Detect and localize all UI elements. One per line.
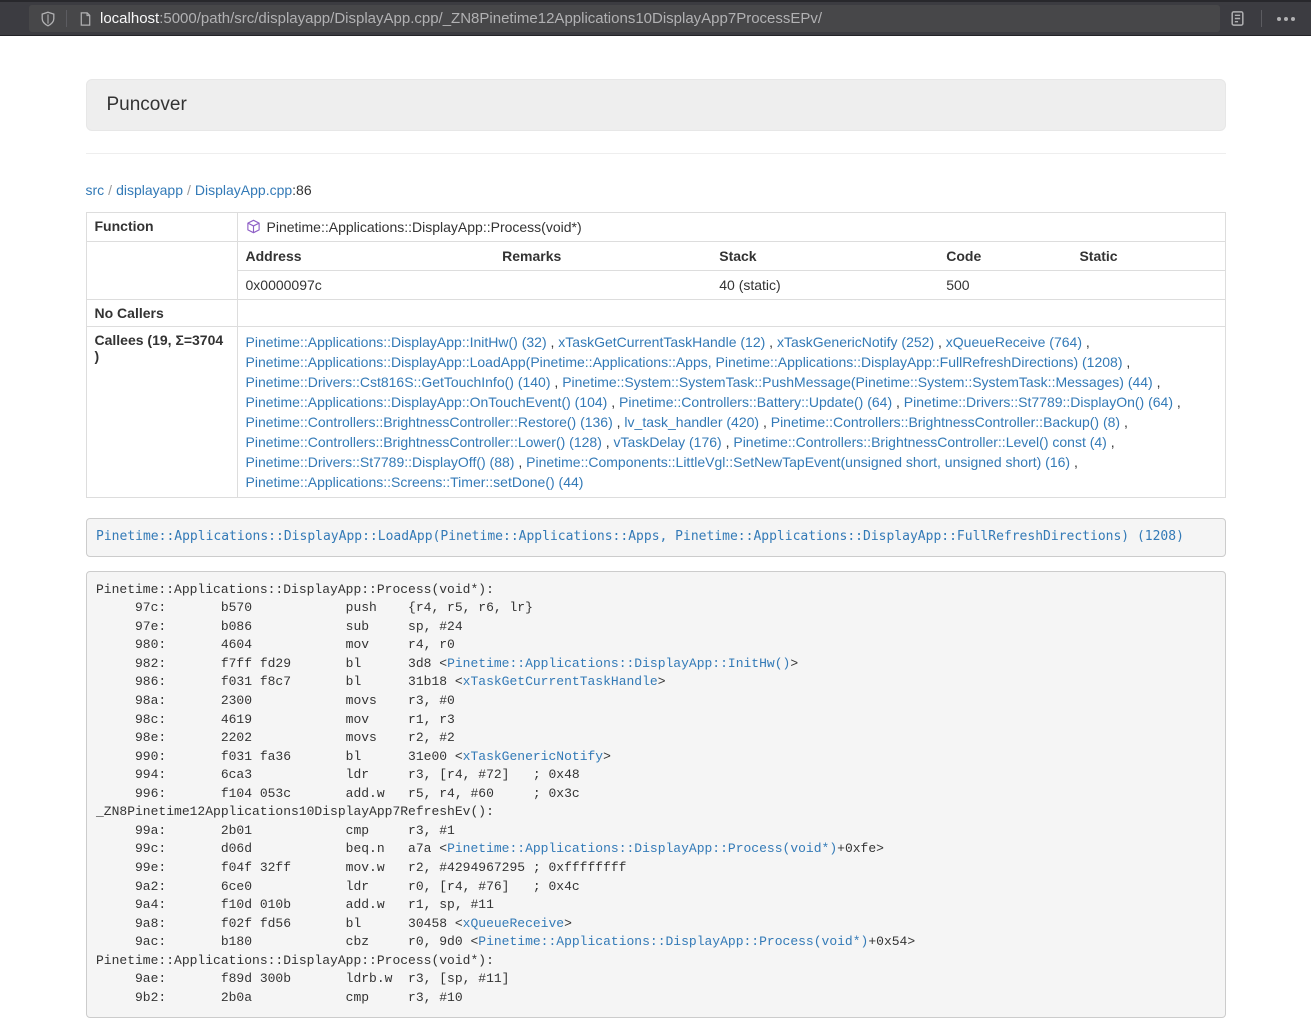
callee-link[interactable]: Pinetime::Components::LittleVgl::SetNewT…: [526, 454, 1070, 470]
col-code: Code: [938, 242, 1071, 271]
callee-link[interactable]: Pinetime::Controllers::Battery::Update()…: [619, 394, 892, 410]
breadcrumb-line-number: :86: [292, 182, 311, 198]
asm-symbol-link[interactable]: Pinetime::Applications::DisplayApp::Proc…: [447, 841, 837, 856]
callee-link[interactable]: Pinetime::Drivers::St7789::DisplayOn() (…: [904, 394, 1173, 410]
function-info-table: Function Pinetime::Applications::Display…: [86, 212, 1226, 498]
metrics-row: 0x0000097c 40 (static) 500: [238, 271, 1225, 300]
breadcrumb-separator: /: [104, 182, 116, 198]
callee-separator: ,: [759, 414, 771, 430]
callees-list: Pinetime::Applications::DisplayApp::Init…: [237, 327, 1225, 498]
callee-link[interactable]: Pinetime::Controllers::BrightnessControl…: [733, 434, 1106, 450]
shield-icon[interactable]: [37, 5, 59, 32]
symbol-cube-icon: [246, 219, 261, 237]
callee-separator: ,: [934, 334, 946, 350]
callees-label: Callees (19, Σ=3704 ): [86, 327, 237, 498]
col-stack: Stack: [711, 242, 938, 271]
callee-link[interactable]: Pinetime::Drivers::St7789::DisplayOff() …: [246, 454, 515, 470]
table-row-metrics: Address Remarks Stack Code Static 0x0000…: [86, 242, 1225, 300]
stack-value: 40 (static): [711, 271, 938, 300]
function-name: Pinetime::Applications::DisplayApp::Proc…: [267, 219, 582, 235]
callee-separator: ,: [722, 434, 734, 450]
divider: [86, 153, 1226, 154]
callee-link[interactable]: Pinetime::Controllers::BrightnessControl…: [246, 434, 602, 450]
callee-separator: ,: [607, 394, 619, 410]
browser-toolbar: localhost:5000/path/src/displayapp/Displ…: [0, 0, 1311, 36]
breadcrumb-link[interactable]: DisplayApp.cpp: [195, 182, 292, 198]
url-host: localhost: [100, 10, 159, 27]
page-actions-menu-icon[interactable]: [1269, 5, 1303, 33]
callee-link[interactable]: Pinetime::Controllers::BrightnessControl…: [246, 414, 613, 430]
col-remarks: Remarks: [494, 242, 711, 271]
asm-symbol-link[interactable]: Pinetime::Applications::DisplayApp::Proc…: [478, 934, 868, 949]
asm-symbol-link[interactable]: xTaskGetCurrentTaskHandle: [463, 674, 658, 689]
callee-link[interactable]: Pinetime::Applications::Screens::Timer::…: [246, 474, 584, 490]
callee-link[interactable]: Pinetime::Applications::DisplayApp::OnTo…: [246, 394, 608, 410]
url-text[interactable]: localhost:5000/path/src/displayapp/Displ…: [100, 10, 822, 27]
callee-separator: ,: [1122, 354, 1130, 370]
function-label: Function: [86, 213, 237, 242]
callee-separator: ,: [1082, 334, 1090, 350]
callee-separator: ,: [892, 394, 904, 410]
callee-separator: ,: [551, 374, 563, 390]
metrics-table: Address Remarks Stack Code Static 0x0000…: [238, 242, 1225, 299]
disassembly-code: Pinetime::Applications::DisplayApp::Proc…: [96, 582, 915, 1005]
page-content: Puncover src/displayapp/DisplayApp.cpp:8…: [86, 36, 1226, 1018]
callee-separator: ,: [613, 414, 625, 430]
callee-separator: ,: [765, 334, 777, 350]
page-info-icon[interactable]: [74, 5, 96, 32]
asm-symbol-link[interactable]: xQueueReceive: [463, 916, 564, 931]
callee-link[interactable]: lv_task_handler (420): [624, 414, 759, 430]
callee-link[interactable]: Pinetime::Applications::DisplayApp::Init…: [246, 334, 547, 350]
reader-mode-icon[interactable]: [1220, 5, 1254, 33]
url-bar[interactable]: localhost:5000/path/src/displayapp/Displ…: [29, 5, 1220, 32]
callee-link[interactable]: xTaskGetCurrentTaskHandle (12): [558, 334, 765, 350]
loadapp-highlight-box: Pinetime::Applications::DisplayApp::Load…: [86, 518, 1226, 557]
asm-symbol-link[interactable]: xTaskGenericNotify: [463, 749, 603, 764]
breadcrumb-link[interactable]: src: [86, 182, 105, 198]
callee-separator: ,: [602, 434, 614, 450]
breadcrumb-separator: /: [183, 182, 195, 198]
table-row-function: Function Pinetime::Applications::Display…: [86, 213, 1225, 242]
asm-symbol-link[interactable]: Pinetime::Applications::DisplayApp::Init…: [447, 656, 790, 671]
callee-link[interactable]: vTaskDelay (176): [614, 434, 722, 450]
address-value: 0x0000097c: [238, 271, 495, 300]
breadcrumb: src/displayapp/DisplayApp.cpp:86: [86, 182, 1226, 198]
callee-link[interactable]: Pinetime::Drivers::Cst816S::GetTouchInfo…: [246, 374, 551, 390]
callee-separator: ,: [1153, 374, 1161, 390]
callee-separator: ,: [1120, 414, 1128, 430]
disassembly-box: Pinetime::Applications::DisplayApp::Proc…: [86, 571, 1226, 1018]
table-row-no-callers: No Callers: [86, 300, 1225, 327]
callee-separator: ,: [547, 334, 559, 350]
table-row-callees: Callees (19, Σ=3704 ) Pinetime::Applicat…: [86, 327, 1225, 498]
app-title-banner: Puncover: [86, 79, 1226, 131]
callee-link[interactable]: xQueueReceive (764): [946, 334, 1082, 350]
callee-separator: ,: [1070, 454, 1078, 470]
loadapp-link[interactable]: Pinetime::Applications::DisplayApp::Load…: [96, 529, 1184, 544]
url-path: :5000/path/src/displayapp/DisplayApp.cpp…: [159, 10, 822, 27]
no-callers-label: No Callers: [86, 300, 237, 327]
remarks-value: [494, 271, 711, 300]
callee-separator: ,: [514, 454, 526, 470]
col-address: Address: [238, 242, 495, 271]
toolbar-divider: [1261, 10, 1262, 27]
callee-link[interactable]: Pinetime::Controllers::BrightnessControl…: [771, 414, 1120, 430]
callee-link[interactable]: Pinetime::System::SystemTask::PushMessag…: [562, 374, 1153, 390]
app-title: Puncover: [107, 94, 187, 115]
code-value: 500: [938, 271, 1071, 300]
callee-link[interactable]: Pinetime::Applications::DisplayApp::Load…: [246, 354, 1123, 370]
callee-separator: ,: [1107, 434, 1115, 450]
col-static: Static: [1071, 242, 1224, 271]
static-value: [1071, 271, 1224, 300]
breadcrumb-link[interactable]: displayapp: [116, 182, 183, 198]
callee-separator: ,: [1173, 394, 1181, 410]
urlbar-divider: [66, 10, 67, 27]
callee-link[interactable]: xTaskGenericNotify (252): [777, 334, 934, 350]
